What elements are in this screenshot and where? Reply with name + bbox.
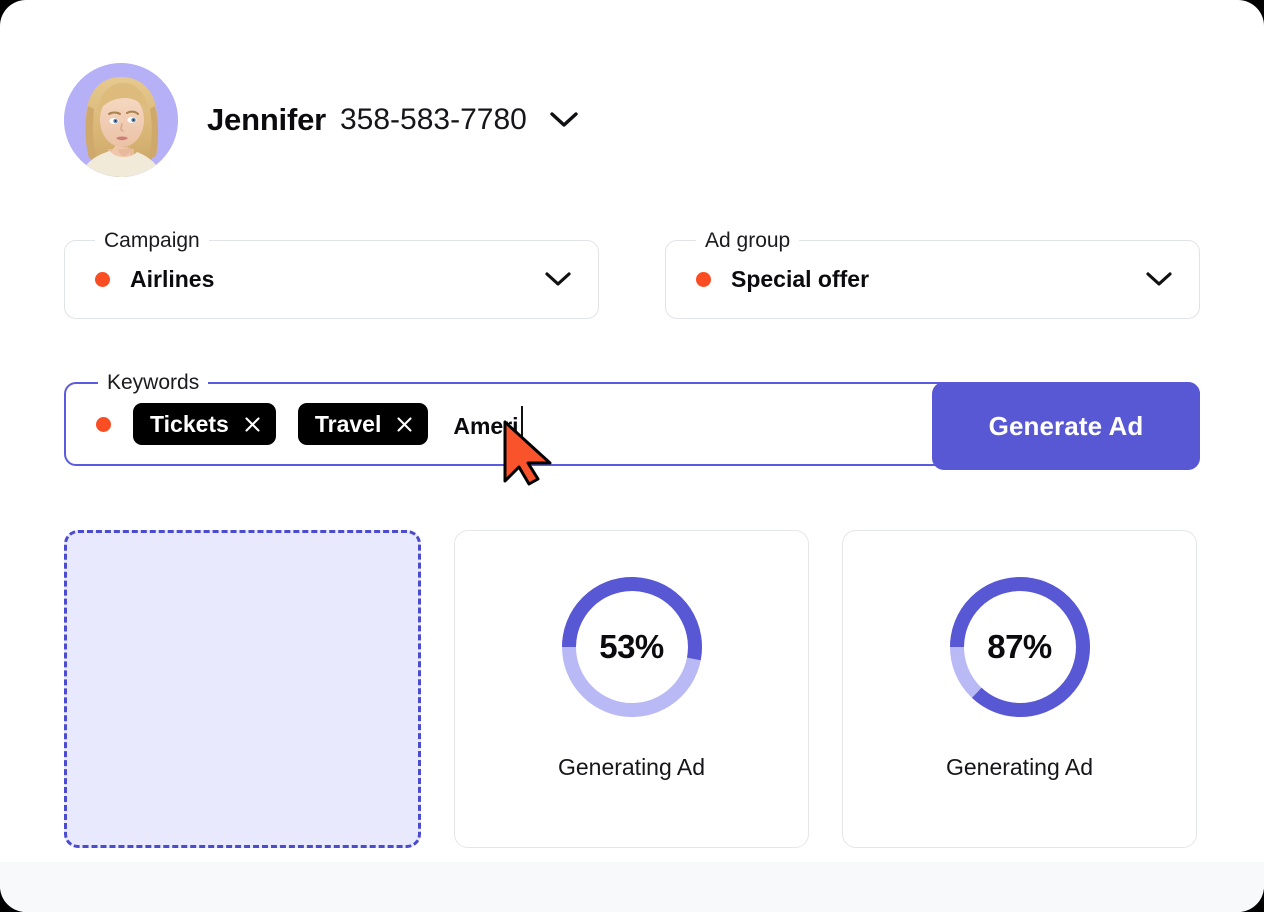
close-x-icon[interactable]	[243, 415, 262, 434]
chevron-down-icon[interactable]	[544, 271, 572, 288]
progress-ring: 87%	[946, 573, 1094, 721]
ad-group-select[interactable]: Ad group Special offer	[665, 229, 1200, 319]
campaign-value: Airlines	[130, 266, 215, 292]
ad-result-card[interactable]: 53% Generating Ad	[454, 530, 809, 848]
keyword-draft-value: Ameri	[453, 412, 519, 439]
app-window: Jennifer 358-583-7780 Campaign Airlines …	[0, 0, 1264, 912]
account-selector[interactable]: Jennifer 358-583-7780	[64, 58, 579, 182]
keyword-draft-text: Ameri	[453, 405, 524, 443]
campaign-status-dot	[95, 272, 110, 287]
chevron-down-icon[interactable]	[1145, 271, 1173, 288]
keywords-field[interactable]: Keywords Tickets Travel Ameri Generate A…	[64, 371, 1200, 470]
keyword-tag[interactable]: Travel	[297, 403, 429, 445]
keywords-input[interactable]: Tickets Travel Ameri	[66, 384, 938, 464]
campaign-select[interactable]: Campaign Airlines	[64, 229, 599, 319]
account-phone: 358-583-7780	[340, 103, 527, 136]
generate-ad-button[interactable]: Generate Ad	[932, 382, 1200, 470]
progress-percent: 87%	[987, 628, 1052, 665]
text-caret	[520, 405, 524, 443]
close-x-icon[interactable]	[395, 415, 414, 434]
empty-ad-slot[interactable]	[64, 530, 421, 848]
keyword-tag-label: Tickets	[150, 410, 229, 437]
chevron-down-icon[interactable]	[549, 111, 579, 129]
progress-percent: 53%	[599, 628, 664, 665]
account-name: Jennifer	[207, 102, 326, 137]
ad-result-card[interactable]: 87% Generating Ad	[842, 530, 1197, 848]
keyword-tag-label: Travel	[314, 410, 382, 437]
bottom-strip	[0, 862, 1264, 912]
ad-status-label: Generating Ad	[557, 754, 706, 780]
keywords-status-dot	[96, 416, 111, 432]
keyword-tag[interactable]: Tickets	[133, 403, 276, 445]
ad-group-status-dot	[696, 272, 711, 287]
ad-group-value: Special offer	[731, 266, 870, 292]
results-row: 53% Generating Ad 87% Generating Ad	[64, 530, 1200, 848]
ad-status-label: Generating Ad	[945, 754, 1094, 780]
progress-ring: 53%	[558, 573, 706, 721]
avatar	[64, 63, 178, 177]
